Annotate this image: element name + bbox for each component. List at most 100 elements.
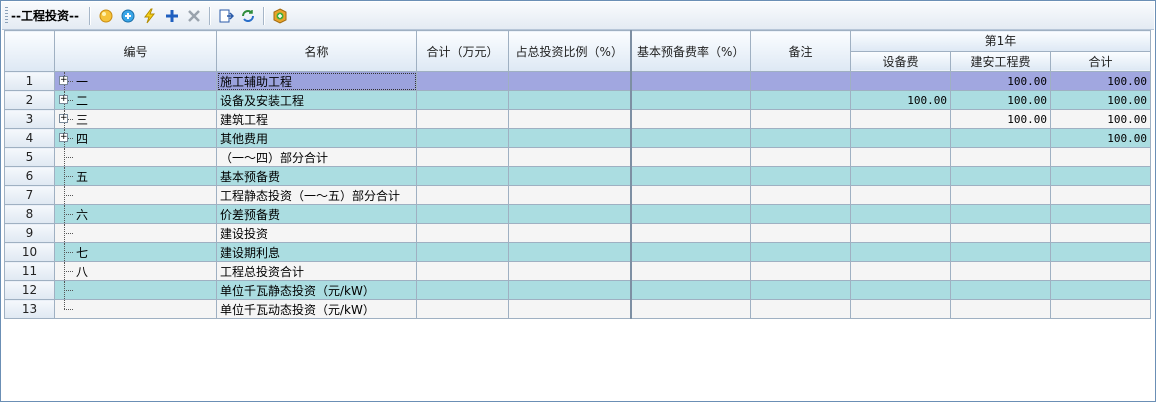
reserve-rate-cell[interactable] [630,280,751,300]
code-cell[interactable]: + 四 [54,128,217,148]
table-row[interactable]: 11 八 工程总投资合计 [4,261,1151,281]
ratio-cell[interactable] [508,109,632,129]
row-number[interactable]: 10 [4,242,55,262]
construction-cell[interactable] [950,204,1051,224]
code-cell[interactable]: 六 [54,204,217,224]
reserve-rate-cell[interactable] [630,71,751,91]
reserve-rate-cell[interactable] [630,128,751,148]
year-total-cell[interactable]: 100.00 [1050,109,1151,129]
table-row[interactable]: 6 五 基本预备费 [4,166,1151,186]
code-cell[interactable] [54,280,217,300]
add-row-button[interactable] [162,6,182,26]
toolbar-grip[interactable] [5,7,8,24]
expand-toggle-icon[interactable]: + [59,133,68,142]
equipment-cell[interactable] [850,71,951,91]
ratio-cell[interactable] [508,185,632,205]
name-cell[interactable]: 工程静态投资（一～五）部分合计 [216,185,417,205]
total-cell[interactable] [416,90,509,110]
total-column-header[interactable]: 合计（万元） [416,30,509,72]
construction-cell[interactable]: 100.00 [950,71,1051,91]
construction-cell[interactable] [950,299,1051,319]
total-cell[interactable] [416,71,509,91]
row-number[interactable]: 13 [4,299,55,319]
reserve-rate-cell[interactable] [630,166,751,186]
equipment-cell[interactable]: 100.00 [850,90,951,110]
total-cell[interactable] [416,242,509,262]
construction-cell[interactable]: 100.00 [950,109,1051,129]
equipment-cell[interactable] [850,185,951,205]
expand-toggle-icon[interactable]: + [59,95,68,104]
row-number[interactable]: 12 [4,280,55,300]
code-cell[interactable]: + 三 [54,109,217,129]
row-number[interactable]: 9 [4,223,55,243]
equipment-cell[interactable] [850,280,951,300]
equipment-cell[interactable] [850,147,951,167]
refresh-button[interactable] [238,6,258,26]
ratio-cell[interactable] [508,128,632,148]
name-cell[interactable]: （一～四）部分合计 [216,147,417,167]
name-cell[interactable]: 基本预备费 [216,166,417,186]
total-cell[interactable] [416,261,509,281]
remark-cell[interactable] [750,223,851,243]
code-cell[interactable]: 五 [54,166,217,186]
row-number[interactable]: 4 [4,128,55,148]
year-total-cell[interactable] [1050,280,1151,300]
year-total-cell[interactable] [1050,242,1151,262]
equipment-cell[interactable] [850,166,951,186]
ratio-cell[interactable] [508,299,632,319]
remark-cell[interactable] [750,90,851,110]
reserve-rate-cell[interactable] [630,242,751,262]
total-cell[interactable] [416,204,509,224]
ratio-column-header[interactable]: 占总投资比例（%） [508,30,632,72]
year-total-column-header[interactable]: 合计 [1050,50,1151,72]
reserve-rate-column-header[interactable]: 基本预备费率（%） [630,30,751,72]
ratio-cell[interactable] [508,166,632,186]
expand-toggle-icon[interactable]: + [59,114,68,123]
total-cell[interactable] [416,299,509,319]
ratio-cell[interactable] [508,223,632,243]
name-cell[interactable]: 其他费用 [216,128,417,148]
name-cell[interactable]: 价差预备费 [216,204,417,224]
total-cell[interactable] [416,128,509,148]
remark-cell[interactable] [750,204,851,224]
remark-column-header[interactable]: 备注 [750,30,851,72]
total-cell[interactable] [416,109,509,129]
row-number[interactable]: 5 [4,147,55,167]
code-cell[interactable] [54,147,217,167]
lightning-button[interactable] [140,6,160,26]
remark-cell[interactable] [750,71,851,91]
ratio-cell[interactable] [508,261,632,281]
expand-toggle-icon[interactable]: + [59,76,68,85]
table-row[interactable]: 8 六 价差预备费 [4,204,1151,224]
row-number[interactable]: 8 [4,204,55,224]
year-total-cell[interactable] [1050,261,1151,281]
construction-cell[interactable] [950,128,1051,148]
ratio-cell[interactable] [508,242,632,262]
year-total-cell[interactable]: 100.00 [1050,71,1151,91]
settings-button[interactable] [270,6,290,26]
remark-cell[interactable] [750,109,851,129]
table-row[interactable]: 3 + 三建筑工程 100.00 100.00 [4,109,1151,129]
construction-cell[interactable]: 100.00 [950,90,1051,110]
code-cell[interactable] [54,223,217,243]
export-button[interactable] [216,6,236,26]
code-cell[interactable]: + 二 [54,90,217,110]
code-cell[interactable] [54,299,217,319]
insert-button[interactable] [118,6,138,26]
total-cell[interactable] [416,223,509,243]
remark-cell[interactable] [750,280,851,300]
equipment-cell[interactable] [850,223,951,243]
construction-cell[interactable] [950,242,1051,262]
remark-cell[interactable] [750,299,851,319]
ratio-cell[interactable] [508,280,632,300]
construction-cell[interactable] [950,223,1051,243]
table-row[interactable]: 4 + 四其他费用 100.00 [4,128,1151,148]
delete-button[interactable] [184,6,204,26]
total-cell[interactable] [416,280,509,300]
total-cell[interactable] [416,166,509,186]
reserve-rate-cell[interactable] [630,204,751,224]
reserve-rate-cell[interactable] [630,185,751,205]
row-number[interactable]: 3 [4,109,55,129]
year-total-cell[interactable]: 100.00 [1050,128,1151,148]
code-cell[interactable] [54,185,217,205]
